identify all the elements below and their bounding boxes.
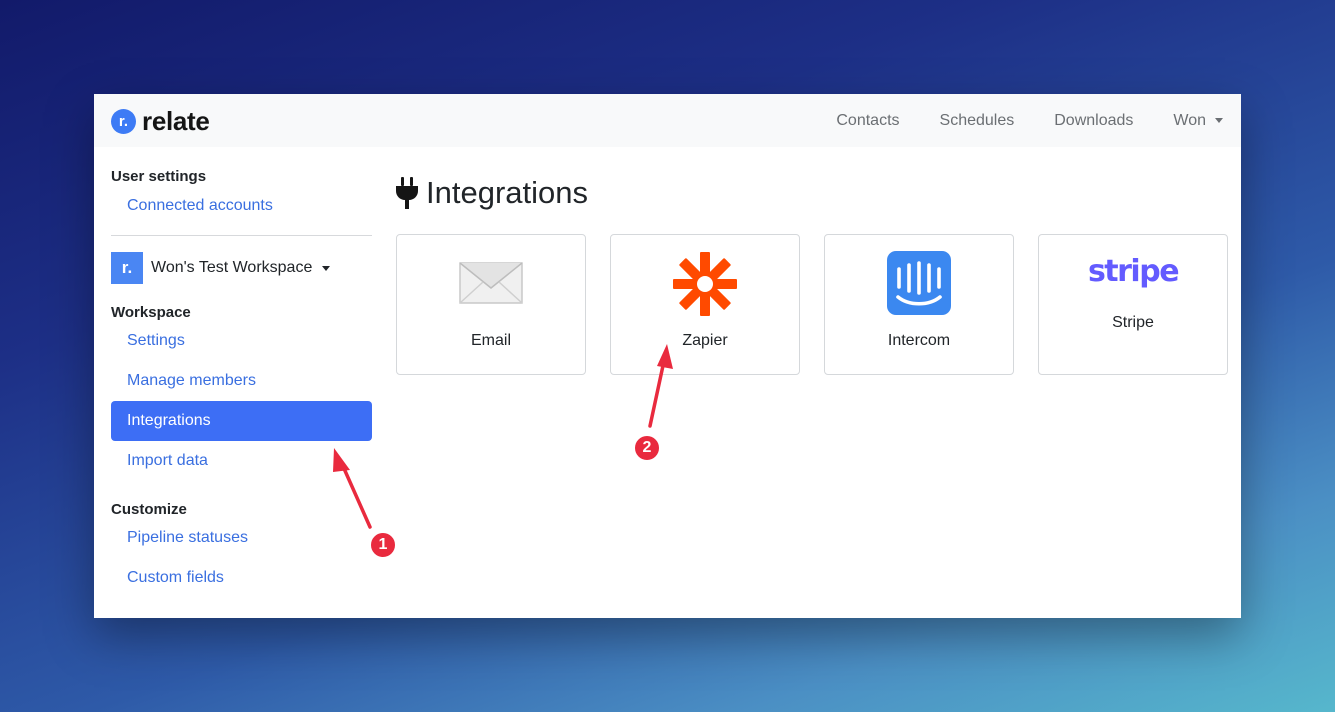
annotation-badge-2: 2: [633, 434, 661, 462]
annotation-arrow-2: [648, 344, 673, 428]
